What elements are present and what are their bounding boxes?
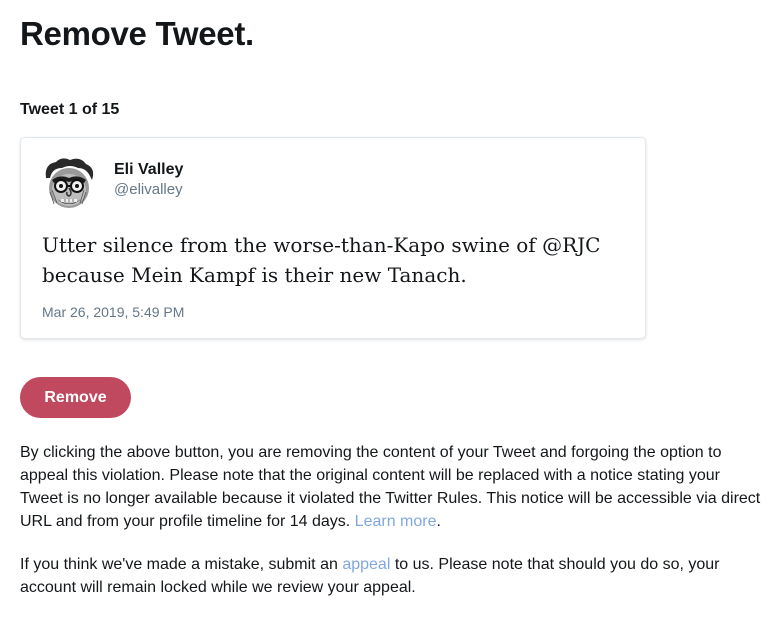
removal-notice-period: . [436,513,441,530]
tweet-timestamp: Mar 26, 2019, 5:49 PM [42,304,185,320]
appeal-notice: If you think we've made a mistake, submi… [20,553,762,599]
caricature-avatar-icon [40,156,98,214]
tweet-card: Eli Valley @elivalley Utter silence from… [20,137,646,339]
page-title: Remove Tweet. [20,15,254,52]
tweet-counter: Tweet 1 of 15 [20,101,120,118]
tweet-text-line: Utter silence from the worse-than-Kapo s… [42,233,601,257]
removal-notice: By clicking the above button, you are re… [20,441,762,533]
tweet-text: Utter silence from the worse-than-Kapo s… [42,230,632,290]
remove-button[interactable]: Remove [20,377,131,418]
appeal-notice-start: If you think we've made a mistake, submi… [20,556,338,573]
author-name: Eli Valley [114,161,184,178]
appeal-link[interactable]: appeal [342,556,390,573]
learn-more-link[interactable]: Learn more [355,513,437,530]
avatar [40,156,98,214]
tweet-text-line: because Mein Kampf is their new Tanach. [42,263,467,287]
author-handle: @elivalley [114,181,183,198]
